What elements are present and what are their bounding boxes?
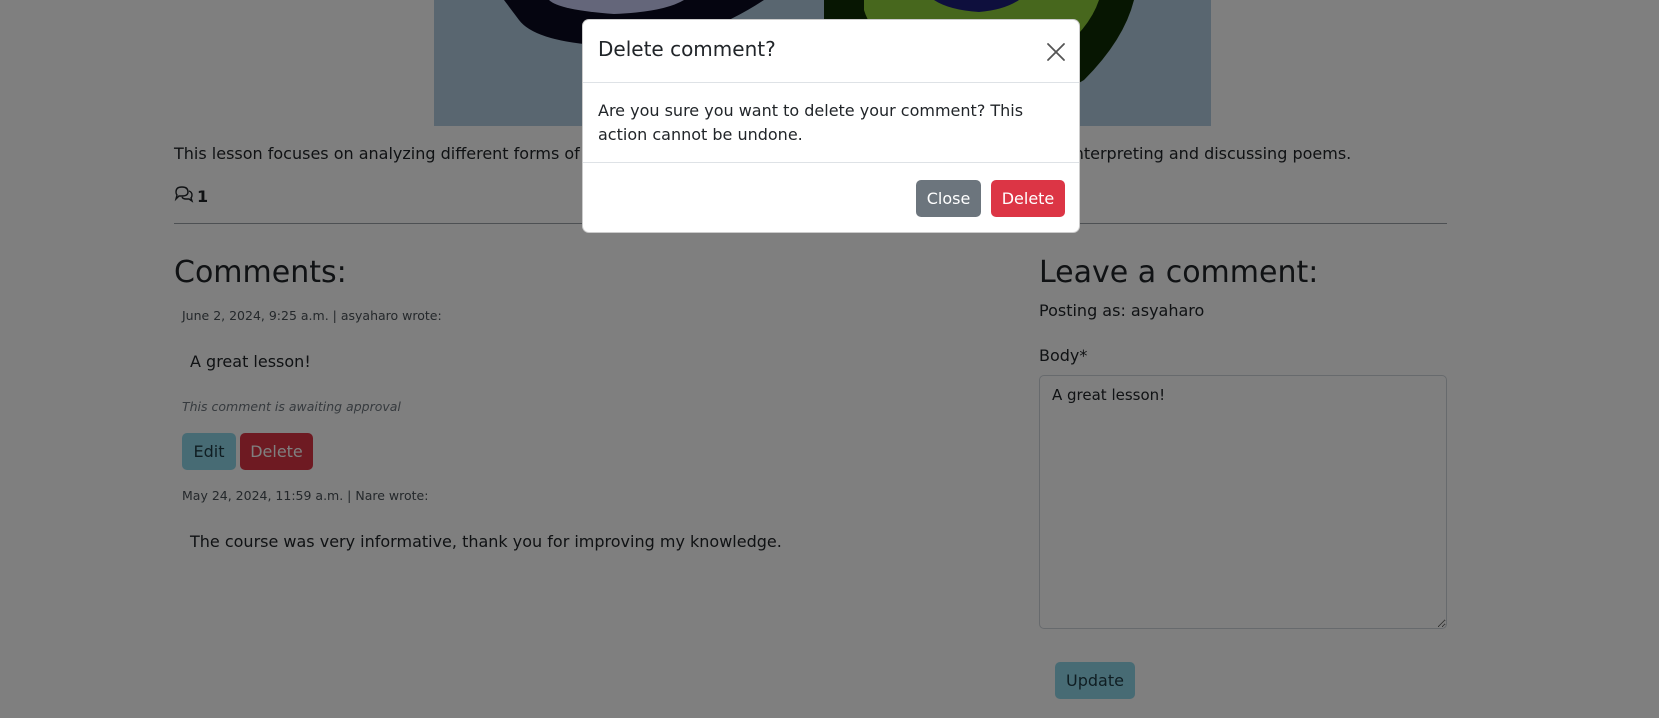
modal-close-button[interactable]: Close [916, 180, 981, 217]
modal-title: Delete comment? [598, 37, 776, 61]
delete-comment-modal: Delete comment? Are you sure you want to… [582, 19, 1080, 233]
close-icon[interactable] [1044, 40, 1068, 64]
modal-confirm-delete-button[interactable]: Delete [991, 180, 1065, 217]
modal-header-divider [583, 82, 1079, 83]
modal-footer-divider [583, 162, 1079, 163]
modal-message: Are you sure you want to delete your com… [598, 101, 1024, 144]
